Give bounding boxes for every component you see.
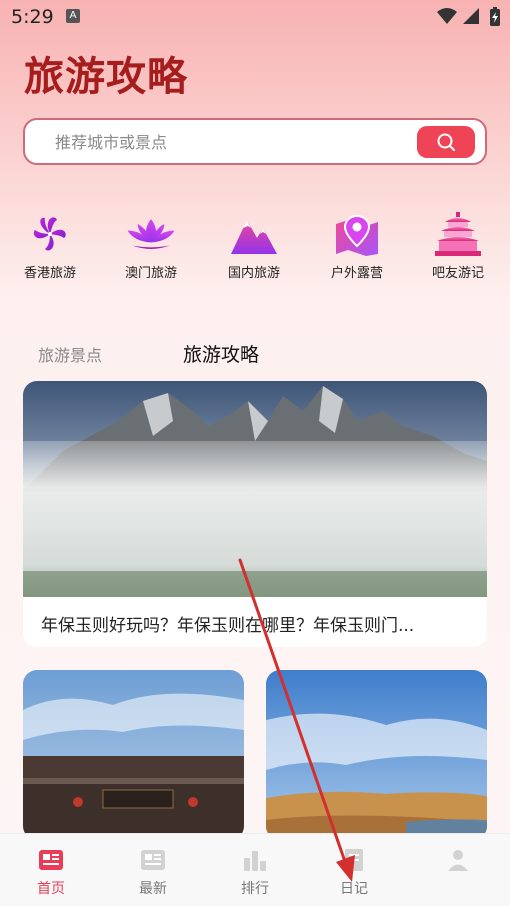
tab-attractions[interactable]: 旅游景点 <box>38 342 102 366</box>
category-label: 澳门旅游 <box>124 266 177 281</box>
bottom-navigation: 首页 最新 排行 日记 <box>0 833 510 906</box>
feature-article-card[interactable]: 年保玉则好玩吗？年保玉则在哪里？年保玉则门... <box>23 381 487 647</box>
page-title: 旅游攻略 <box>24 54 188 100</box>
temple-icon <box>435 212 481 256</box>
feature-image <box>23 381 487 597</box>
signal-icon <box>463 8 479 24</box>
map-pin-icon <box>336 214 378 256</box>
nav-label: 首页 <box>37 881 65 897</box>
nav-label: 最新 <box>139 881 167 897</box>
nav-ranking[interactable]: 排行 <box>215 848 295 898</box>
nav-label: 日记 <box>340 881 368 897</box>
category-hongkong[interactable]: 香港旅游 <box>5 210 95 281</box>
search-button[interactable] <box>417 126 475 158</box>
article-image <box>23 670 244 840</box>
category-label: 国内旅游 <box>227 266 280 281</box>
content-tabs: 旅游景点 旅游攻略 <box>0 340 510 368</box>
feature-caption: 年保玉则好玩吗？年保玉则在哪里？年保玉则门... <box>41 616 415 636</box>
article-card[interactable] <box>266 670 487 840</box>
profile-icon <box>448 850 468 871</box>
diary-icon <box>345 849 363 871</box>
home-news-icon <box>39 850 63 870</box>
search-bar[interactable] <box>23 118 487 165</box>
search-input[interactable] <box>55 130 415 154</box>
nav-profile[interactable] <box>418 848 498 878</box>
nav-label: 排行 <box>241 881 269 897</box>
mountain-icon <box>231 220 277 254</box>
lotus-icon <box>127 219 175 249</box>
notification-a-icon: A <box>66 9 80 23</box>
nav-diary[interactable]: 日记 <box>314 848 394 898</box>
category-label: 香港旅游 <box>23 266 76 281</box>
category-camping[interactable]: 户外露营 <box>312 210 402 281</box>
article-image <box>266 670 487 840</box>
bauhinia-icon <box>33 217 66 251</box>
battery-icon <box>490 7 500 26</box>
status-bar: 5:29 A <box>0 0 510 34</box>
wifi-icon <box>437 8 457 24</box>
category-domestic[interactable]: 国内旅游 <box>209 210 299 281</box>
article-card[interactable] <box>23 670 244 840</box>
ranking-icon <box>244 851 266 871</box>
category-row: 香港旅游 澳门旅游 国内旅游 户外露营 吧友游记 <box>0 210 510 290</box>
category-travel-notes[interactable]: 吧友游记 <box>413 210 503 281</box>
tab-guides[interactable]: 旅游攻略 <box>183 340 259 367</box>
category-label: 户外露营 <box>330 266 383 281</box>
category-label: 吧友游记 <box>431 266 484 281</box>
search-icon <box>437 133 455 151</box>
latest-icon <box>141 850 165 870</box>
status-time: 5:29 <box>11 6 54 28</box>
nav-home[interactable]: 首页 <box>11 848 91 898</box>
nav-latest[interactable]: 最新 <box>113 848 193 898</box>
category-macau[interactable]: 澳门旅游 <box>106 210 196 281</box>
